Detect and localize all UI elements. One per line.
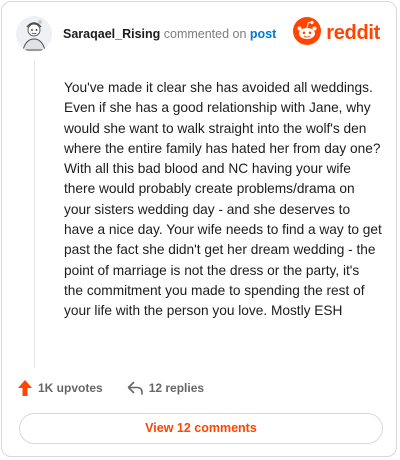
post-link[interactable]: post <box>250 27 276 41</box>
commented-on-text: commented on <box>163 27 247 41</box>
reddit-wordmark: reddit <box>326 21 380 44</box>
reddit-snoo-icon <box>293 16 322 50</box>
reddit-logo[interactable]: reddit <box>293 16 380 50</box>
username[interactable]: Saraqael_Rising <box>63 27 160 41</box>
view-comments-button[interactable]: View 12 comments <box>19 413 383 444</box>
comment-actions: 1K upvotes 12 replies <box>18 377 204 399</box>
replies-button[interactable]: 12 replies <box>127 381 204 395</box>
replies-count: 12 replies <box>148 381 205 395</box>
comment-meta: Saraqael_Rising commented on post <box>63 27 276 41</box>
upvote-arrow-icon <box>18 380 32 396</box>
upvote-count: 1K upvotes <box>38 381 103 395</box>
reply-arrow-icon <box>127 381 143 395</box>
comment-header: Saraqael_Rising commented on post reddit <box>16 16 382 56</box>
thread-line <box>34 60 35 368</box>
comment-card: Saraqael_Rising commented on post reddit <box>1 1 397 457</box>
upvote-button[interactable]: 1K upvotes <box>18 380 103 396</box>
avatar[interactable] <box>16 16 52 52</box>
comment-body: You've made it clear she has avoided all… <box>64 80 382 319</box>
